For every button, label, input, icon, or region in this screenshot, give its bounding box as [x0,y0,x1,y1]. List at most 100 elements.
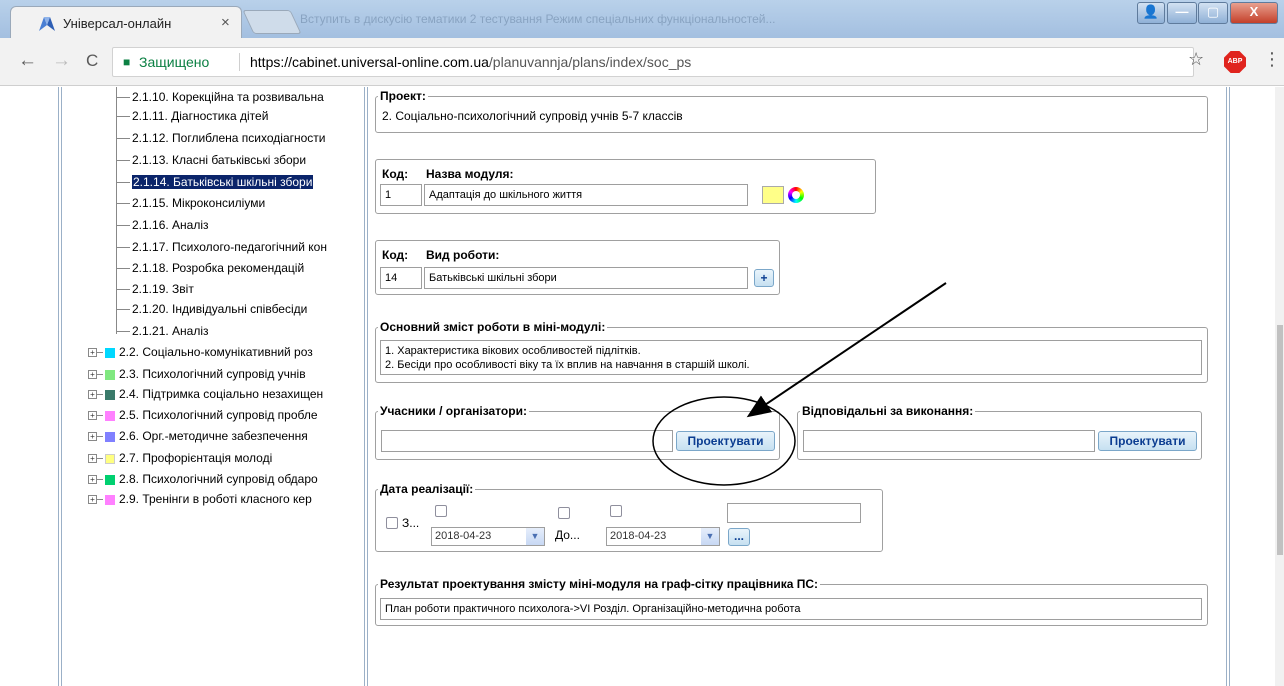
add-work-button[interactable]: + [754,269,774,287]
scrollbar-thumb[interactable] [1277,325,1283,555]
group-color-icon [105,347,115,358]
tree-group[interactable]: +2.9. Тренінги в роботі класного кер [88,490,312,508]
expand-icon[interactable]: + [88,432,97,442]
tree-group[interactable]: +2.5. Психологічний супровід пробле [88,406,318,424]
content-line: 1. Характеристика вікових особливостей п… [385,345,641,357]
tree-group[interactable]: +2.3. Психологічний супровід учнів [88,365,306,383]
expand-icon[interactable]: + [88,475,97,485]
expand-icon[interactable]: + [88,370,97,380]
tab-close-icon[interactable]: × [221,14,230,31]
work-code-label: Код: [382,248,409,262]
address-divider [239,53,240,71]
url-path: /planuvannja/plans/index/soc_ps [488,54,692,70]
tree-item[interactable]: 2.1.21. Аналіз [116,322,209,340]
color-picker-icon[interactable] [788,187,804,203]
tree-group[interactable]: +2.6. Орг.-методичне забезпечення [88,427,308,445]
group-color-icon [105,494,115,505]
responsible-legend: Відповідальні за виконання: [802,404,974,418]
date-to-checkbox[interactable] [558,507,570,519]
module-name-field[interactable]: Адаптація до шкільного життя [424,184,748,206]
date-from-checkbox[interactable] [386,517,398,529]
expand-icon[interactable]: + [88,454,97,464]
date-to-select[interactable]: 2018-04-23 ▼ [606,527,720,546]
tree-item[interactable]: 2.1.11. Діагностика дітей [116,107,268,125]
tree-item[interactable]: 2.1.19. Звіт [116,280,194,298]
chevron-down-icon: ▼ [526,528,544,545]
result-field[interactable]: План роботи практичного психолога->VI Ро… [380,598,1202,620]
tree-item-selected[interactable]: 2.1.14. Батьківські шкільні збори [116,173,314,191]
frame-splitter[interactable] [364,87,368,686]
expand-icon[interactable]: + [88,495,97,505]
site-favicon-icon [39,17,55,31]
date-from-select[interactable]: 2018-04-23 ▼ [431,527,545,546]
module-code-label: Код: [382,167,409,181]
work-code-field[interactable]: 14 [380,267,422,289]
content-legend: Основний зміст роботи в міні-модулі: [380,320,606,334]
group-color-icon [105,474,115,485]
tree-item[interactable]: 2.1.18. Розробка рекомендацій [116,259,304,277]
lock-icon: ■ [123,55,131,69]
address-bar[interactable]: ■ Защищено https://cabinet.universal-onl… [112,47,1194,77]
tree-item[interactable]: 2.1.17. Психолого-педагогічний кон [116,238,327,256]
new-tab-button[interactable] [242,10,302,34]
tree-item[interactable]: 2.1.15. Мікроконсиліуми [116,194,265,212]
project-legend: Проект: [380,89,426,103]
expand-icon[interactable]: + [88,348,97,358]
content-textarea[interactable]: 1. Характеристика вікових особливостей п… [380,340,1202,375]
design-responsible-button[interactable]: Проектувати [1098,431,1197,451]
adblock-icon[interactable]: ABP [1224,51,1246,73]
tab-title: Універсал-онлайн [63,16,172,31]
minimize-icon[interactable]: — [1167,2,1197,24]
maximize-icon[interactable]: ▢ [1198,2,1228,24]
page-viewport: 2.1.10. Корекційна та розвивальна 2.1.11… [0,87,1284,686]
frame-border-right [1226,87,1230,686]
group-color-icon [105,410,115,421]
close-window-icon[interactable]: X [1230,2,1278,24]
browser-tab[interactable]: Універсал-онлайн × [10,6,242,38]
tree-group[interactable]: +2.7. Профорієнтація молоді [88,449,272,467]
date-from-label: З... [402,516,420,530]
tree-item[interactable]: 2.1.10. Корекційна та розвивальна [116,88,324,106]
module-name-label: Назва модуля: [426,167,514,181]
work-type-label: Вид роботи: [426,248,500,262]
content-line: 2. Бесіди про особливості віку та їх впл… [385,359,750,371]
group-color-icon [105,431,115,442]
tree-group[interactable]: +2.4. Підтримка соціально незахищен [88,385,323,403]
url-text: https://cabinet.universal-online.com.ua/… [250,54,691,70]
user-profile-icon[interactable]: 👤 [1137,2,1165,24]
tree-group[interactable]: +2.2. Соціально-комунікативний роз [88,343,313,361]
responsible-field[interactable] [803,430,1095,452]
expand-icon[interactable]: + [88,390,97,400]
plan-tree: 2.1.10. Корекційна та розвивальна 2.1.11… [62,87,362,686]
module-code-field[interactable]: 1 [380,184,422,206]
group-color-icon [105,369,115,380]
date-from-enable-checkbox[interactable] [435,505,447,517]
tree-item[interactable]: 2.1.13. Класні батьківські збори [116,151,306,169]
more-dates-button[interactable]: ... [728,528,750,546]
menu-icon[interactable]: ⋮ [1263,49,1281,70]
participants-field[interactable] [381,430,673,452]
group-color-icon [105,453,115,464]
tree-item[interactable]: 2.1.20. Індивідуальні співбесіди [116,300,307,318]
star-icon[interactable]: ☆ [1188,49,1204,70]
back-icon[interactable]: ← [18,50,37,72]
date-legend: Дата реалізації: [380,482,474,496]
tree-item[interactable]: 2.1.16. Аналіз [116,216,209,234]
module-color-swatch[interactable] [762,186,784,204]
date-to-label: До... [555,528,580,542]
date-to-enable-checkbox[interactable] [610,505,622,517]
reload-icon[interactable]: C [86,51,98,71]
secure-label: Защищено [139,54,210,70]
expand-icon[interactable]: + [88,411,97,421]
result-legend: Результат проектування змісту міні-модул… [380,577,818,591]
date-extra-field[interactable] [727,503,861,523]
forward-icon[interactable]: → [52,50,71,72]
participants-legend: Учасники / організатори: [380,404,527,418]
work-type-field[interactable]: Батьківські шкільні збори [424,267,748,289]
group-color-icon [105,389,115,400]
tree-group[interactable]: +2.8. Психологічний супровід обдаро [88,470,318,488]
browser-toolbar: ← → C ■ Защищено https://cabinet.univers… [0,38,1284,86]
url-host: https://cabinet.universal-online.com.ua [250,54,489,70]
tree-item[interactable]: 2.1.12. Поглиблена психодіагности [116,129,326,147]
design-participants-button[interactable]: Проектувати [676,431,775,451]
